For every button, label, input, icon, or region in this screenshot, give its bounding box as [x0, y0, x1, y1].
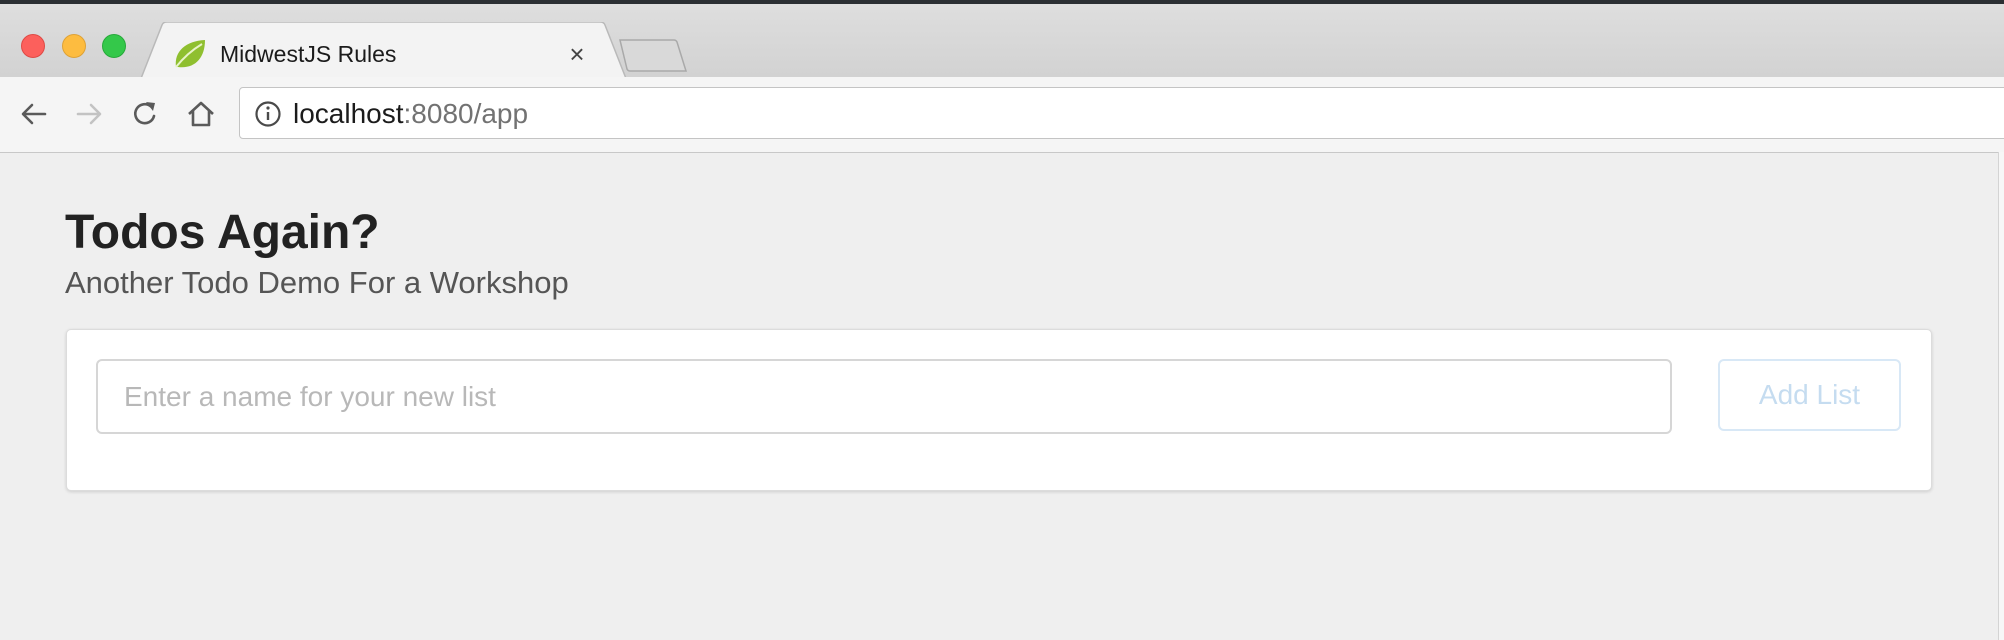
new-list-name-input[interactable]: [96, 359, 1672, 434]
new-tab-button[interactable]: [618, 38, 688, 74]
window-close-button[interactable]: [21, 34, 45, 58]
window-maximize-button[interactable]: [102, 34, 126, 58]
add-list-button[interactable]: Add List: [1718, 359, 1901, 431]
url-text: localhost:8080/app: [293, 98, 528, 130]
address-bar[interactable]: localhost:8080/app: [239, 87, 2004, 139]
site-info-icon[interactable]: [254, 100, 282, 128]
url-path: :8080/app: [403, 98, 529, 129]
new-list-card: Add List: [66, 329, 1932, 491]
tab-close-icon[interactable]: ×: [562, 39, 592, 69]
window-minimize-button[interactable]: [62, 34, 86, 58]
tab-strip: MidwestJS Rules ×: [0, 4, 2004, 81]
leaf-favicon-icon: [175, 40, 205, 68]
page-subtitle: Another Todo Demo For a Workshop: [65, 265, 569, 300]
home-icon[interactable]: [184, 97, 218, 131]
tab-title: MidwestJS Rules: [220, 40, 397, 67]
reload-icon[interactable]: [128, 97, 162, 131]
page-scrollbar[interactable]: [1998, 152, 2004, 640]
page-title: Todos Again?: [65, 206, 380, 259]
back-arrow-icon[interactable]: [17, 97, 51, 131]
url-host: localhost: [293, 98, 404, 129]
browser-toolbar: localhost:8080/app: [0, 77, 2004, 153]
forward-arrow-icon[interactable]: [72, 97, 106, 131]
